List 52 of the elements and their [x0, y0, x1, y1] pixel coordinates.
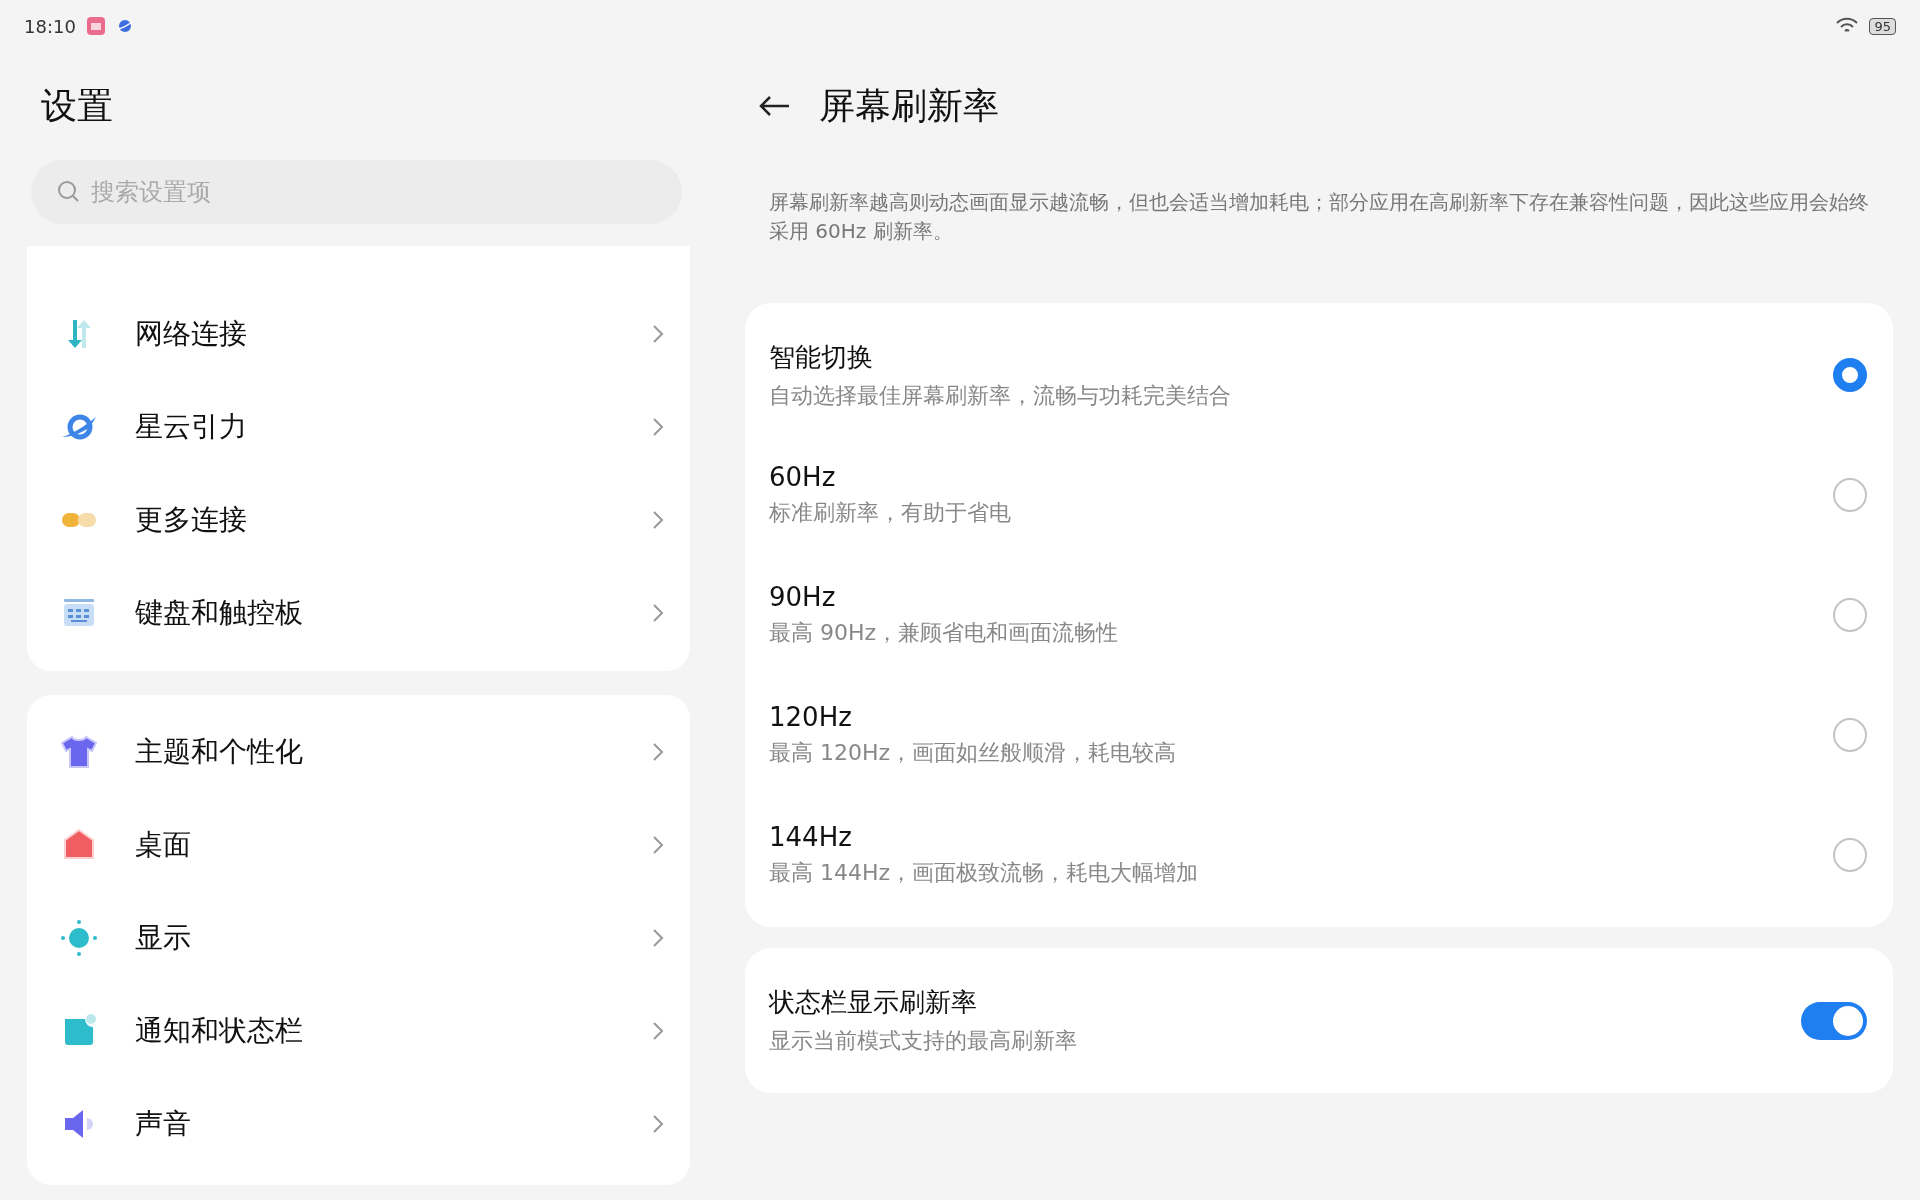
radio-button[interactable]	[1833, 718, 1867, 752]
search-icon	[57, 180, 81, 204]
toggle-switch[interactable]	[1801, 1001, 1867, 1040]
option-title: 144Hz	[769, 822, 853, 852]
settings-item[interactable]: 键盘和触控板	[27, 566, 690, 659]
refresh-rate-option[interactable]: 144Hz 最高 144Hz，画面极致流畅，耗电大幅增加	[745, 795, 1893, 915]
settings-item[interactable]: 显示	[27, 891, 690, 984]
settings-title: 设置	[40, 83, 114, 128]
option-description: 自动选择最佳屏幕刷新率，流畅与功耗完美结合	[769, 381, 1232, 410]
option-description: 最高 90Hz，兼顾省电和画面流畅性	[769, 619, 1120, 647]
planet-icon	[115, 17, 134, 35]
settings-item[interactable]: 网络连接	[27, 287, 690, 380]
radio-button[interactable]	[1833, 478, 1867, 512]
chevron-icon	[650, 833, 666, 856]
page-title: 屏幕刷新率	[819, 83, 999, 128]
option-description: 显示当前模式支持的最高刷新率	[769, 1027, 1078, 1055]
option-description: 标准刷新率，有助于省电	[769, 499, 1012, 527]
wifi-icon	[1835, 17, 1860, 35]
radio-button[interactable]	[1833, 838, 1867, 872]
status-time: 18:10	[24, 15, 76, 37]
option-description: 最高 144Hz，画面极致流畅，耗电大幅增加	[769, 859, 1200, 887]
settings-item[interactable]: 主题和个性化	[27, 705, 690, 798]
option-title: 状态栏显示刷新率	[769, 986, 978, 1019]
option-description: 最高 120Hz，画面如丝般顺滑，耗电较高	[769, 739, 1178, 767]
chevron-icon	[650, 322, 666, 345]
chevron-icon	[650, 601, 666, 624]
sun-icon	[59, 917, 99, 958]
option-title: 90Hz	[769, 582, 837, 612]
option-title: 60Hz	[769, 462, 837, 492]
chevron-icon	[650, 926, 666, 949]
chevron-icon	[650, 508, 666, 531]
chevron-icon	[650, 415, 666, 438]
chevron-icon	[650, 1019, 666, 1042]
refresh-rate-option[interactable]: 60Hz 标准刷新率，有助于省电	[745, 435, 1893, 555]
chevron-icon	[650, 740, 666, 763]
settings-item[interactable]: 星云引力	[27, 380, 690, 473]
refresh-rate-option[interactable]: 智能切换 自动选择最佳屏幕刷新率，流畅与功耗完美结合	[745, 315, 1893, 435]
refresh-rate-option[interactable]: 90Hz 最高 90Hz，兼顾省电和画面流畅性	[745, 555, 1893, 675]
option-title: 120Hz	[769, 702, 853, 732]
settings-item[interactable]: 更多连接	[27, 473, 690, 566]
radio-button[interactable]	[1833, 598, 1867, 632]
search-field[interactable]: 搜索设置项	[31, 160, 682, 224]
settings-item[interactable]: 桌面	[27, 798, 690, 891]
option-title: 智能切换	[769, 340, 874, 374]
settings-item[interactable]: 声音	[27, 1077, 690, 1170]
description-text: 屏幕刷新率越高则动态画面显示越流畅，但也会适当增加耗电；部分应用在高刷新率下存在兼容性问题，因此这些应用会始终采用 60Hz 刷新率。	[768, 189, 1870, 245]
chevron-icon	[650, 1112, 666, 1135]
app-notification-icon	[85, 16, 106, 36]
radio-button[interactable]	[1833, 358, 1867, 392]
settings-item[interactable]: 通知和状态栏	[27, 984, 690, 1077]
refresh-rate-option[interactable]: 120Hz 最高 120Hz，画面如丝般顺滑，耗电较高	[745, 675, 1893, 795]
battery-indicator: 95	[1869, 17, 1896, 35]
